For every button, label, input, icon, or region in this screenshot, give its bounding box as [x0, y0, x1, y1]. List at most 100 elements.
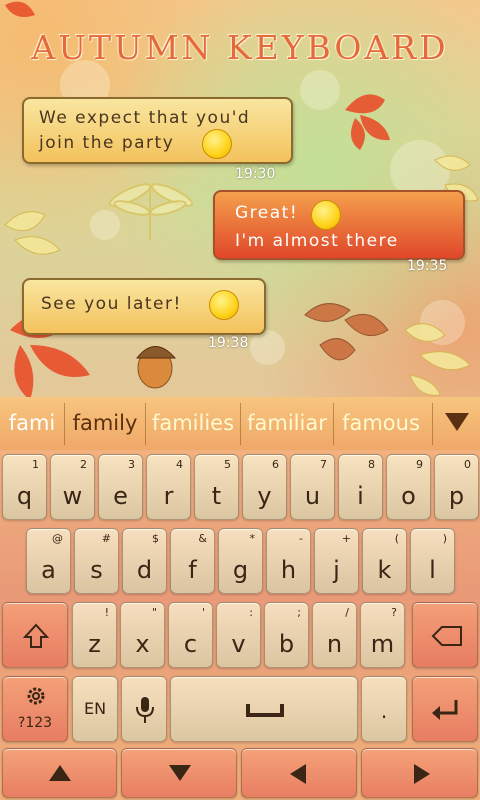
key-l[interactable]: ) l [410, 528, 455, 594]
key-hint: & [198, 532, 207, 545]
suggestion-word[interactable]: familiar [241, 397, 333, 450]
key-letter: g [232, 556, 249, 584]
space-bar-icon [246, 704, 284, 717]
key-hint: ; [297, 606, 301, 619]
nav-left-key[interactable] [241, 748, 357, 798]
message-timestamp: 19:38 [208, 335, 249, 351]
key-y[interactable]: 6y [242, 454, 287, 520]
key-n[interactable]: / n [312, 602, 357, 668]
key-hint: 6 [272, 458, 279, 471]
app-title: AUTUMN KEYBOARD [31, 28, 449, 67]
backspace-key[interactable] [412, 602, 478, 668]
key-letter: m [370, 630, 395, 658]
key-u[interactable]: 7u [290, 454, 335, 520]
key-hint: 0 [464, 458, 471, 471]
key-letter: o [401, 482, 416, 510]
gear-icon [27, 687, 45, 705]
key-i[interactable]: 8i [338, 454, 383, 520]
key-hint: ? [391, 606, 397, 619]
enter-key[interactable] [412, 676, 478, 742]
key-letter: t [211, 482, 222, 510]
key-hint: + [341, 532, 351, 545]
key-w[interactable]: 2w [50, 454, 95, 520]
message-text-line: We expect that you'd [39, 108, 251, 128]
suggestion-word[interactable]: famous [334, 397, 428, 450]
shift-key[interactable] [2, 602, 68, 668]
key-e[interactable]: 3e [98, 454, 143, 520]
nav-up-key[interactable] [2, 748, 117, 798]
key-j[interactable]: + j [314, 528, 359, 594]
key-f[interactable]: & f [170, 528, 215, 594]
key-hint: # [101, 532, 111, 545]
expand-suggestions-button[interactable] [433, 397, 480, 450]
key-g[interactable]: * g [218, 528, 263, 594]
grinning-emoji-icon [202, 129, 232, 159]
key-s[interactable]: # s [74, 528, 119, 594]
message-text-line: join the party [39, 133, 175, 153]
key-hint: 7 [320, 458, 327, 471]
backspace-icon [431, 626, 462, 646]
symbols-label: ?123 [17, 715, 53, 731]
key-hint: @ [52, 532, 63, 545]
up-arrow-icon [49, 765, 71, 781]
key-letter: b [278, 630, 295, 658]
key-letter: r [163, 482, 174, 510]
key-hint: 8 [368, 458, 375, 471]
period-key[interactable]: . [361, 676, 407, 742]
key-r[interactable]: 4r [146, 454, 191, 520]
key-letter: a [41, 556, 56, 584]
key-h[interactable]: -h [266, 528, 311, 594]
voice-input-key[interactable] [121, 676, 167, 742]
key-letter: l [429, 556, 436, 584]
key-hint: - [299, 532, 303, 545]
key-v[interactable]: :v [216, 602, 261, 668]
key-x[interactable]: " x [120, 602, 165, 668]
key-letter: w [62, 482, 83, 510]
suggestion-word[interactable]: family [65, 397, 145, 450]
key-letter: e [113, 482, 128, 510]
key-letter: v [231, 630, 246, 658]
language-key[interactable]: EN [72, 676, 118, 742]
key-q[interactable]: 1q [2, 454, 47, 520]
key-t[interactable]: 5t [194, 454, 239, 520]
key-b[interactable]: ; b [264, 602, 309, 668]
shift-arrow-icon [23, 623, 49, 648]
period-glyph: . [380, 699, 388, 723]
key-p[interactable]: 0p [434, 454, 479, 520]
key-letter: f [188, 556, 197, 584]
enter-return-icon [432, 700, 458, 720]
incoming-message-bubble: See you later! [22, 278, 266, 335]
key-a[interactable]: @ a [26, 528, 71, 594]
key-letter: c [183, 630, 198, 658]
language-label: EN [83, 699, 107, 718]
key-letter: d [136, 556, 153, 584]
key-letter: u [304, 482, 321, 510]
key-hint: ) [442, 532, 447, 545]
incoming-message-bubble: We expect that you'd join the party [22, 97, 293, 164]
suggestion-typed-word[interactable]: fami [0, 397, 64, 450]
outgoing-message-bubble: Great! I'm almost there [213, 190, 465, 260]
key-hint: 2 [80, 458, 87, 471]
key-hint: 3 [128, 458, 135, 471]
message-timestamp: 19:35 [407, 258, 448, 274]
settings-symbols-key[interactable]: ?123 [2, 676, 68, 742]
key-hint: 9 [416, 458, 423, 471]
key-m[interactable]: ? m [360, 602, 405, 668]
key-hint: ' [201, 606, 205, 619]
key-hint: ! [104, 606, 109, 619]
message-text-line: See you later! [41, 294, 182, 314]
suggestion-word[interactable]: families [146, 397, 240, 450]
key-letter: j [333, 556, 340, 584]
message-text-line: Great! [235, 203, 299, 223]
suggestion-bar: fami family families familiar famous [0, 397, 480, 450]
space-bar-key[interactable] [170, 676, 358, 742]
nav-down-key[interactable] [121, 748, 237, 798]
key-k[interactable]: (k [362, 528, 407, 594]
key-o[interactable]: 9o [386, 454, 431, 520]
key-letter: p [448, 482, 465, 510]
key-hint: $ [152, 532, 159, 545]
key-z[interactable]: ! z [72, 602, 117, 668]
key-d[interactable]: $ d [122, 528, 167, 594]
key-c[interactable]: ' c [168, 602, 213, 668]
nav-right-key[interactable] [361, 748, 478, 798]
